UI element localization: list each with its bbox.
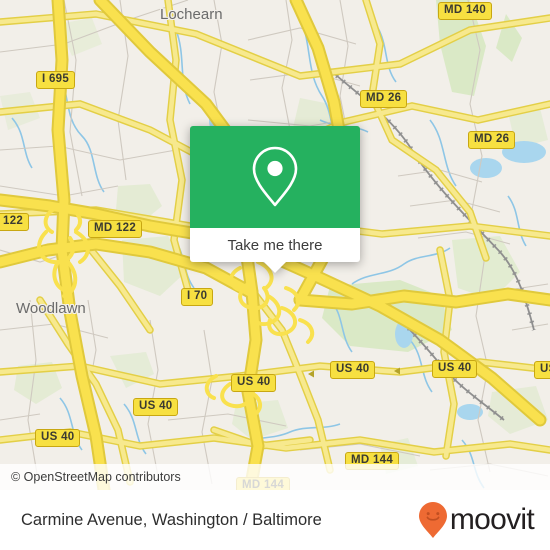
highway-shield-md-122[interactable]: MD 122: [88, 220, 143, 238]
take-me-there-label: Take me there: [227, 236, 323, 254]
highway-shield-us-40-mid[interactable]: US 40: [231, 374, 277, 392]
map-canvas[interactable]: Lochearn Woodlawn MD 140 I 695 MD 26 MD …: [0, 0, 550, 490]
highway-shield-md-26[interactable]: MD 26: [360, 90, 408, 108]
map-attribution: © OpenStreetMap contributors: [0, 464, 550, 490]
place-label-woodlawn: Woodlawn: [16, 300, 86, 317]
highway-shield-us-40-center[interactable]: US 40: [330, 361, 376, 379]
highway-shield-i-695[interactable]: I 695: [36, 71, 76, 89]
popup-tail: [264, 262, 286, 273]
highway-shield-122[interactable]: 122: [0, 213, 30, 231]
highway-shield-us-40-far-west[interactable]: US 40: [35, 429, 81, 447]
moovit-logo[interactable]: moovit: [418, 501, 535, 539]
highway-shield-us-40-east[interactable]: US 40: [432, 360, 478, 378]
highway-shield-us-40-west[interactable]: US 40: [133, 398, 179, 416]
map-pin-icon: [252, 146, 298, 207]
destination-popup-card[interactable]: Take me there: [190, 126, 360, 273]
attribution-text: © OpenStreetMap contributors: [11, 470, 181, 484]
highway-shield-md-140[interactable]: MD 140: [438, 2, 493, 20]
moovit-pin-icon: [418, 502, 447, 538]
place-label-lochearn: Lochearn: [160, 6, 223, 23]
highway-shield-i-70[interactable]: I 70: [181, 288, 214, 306]
popup-header: [190, 126, 360, 228]
take-me-there-button[interactable]: Take me there: [190, 228, 360, 273]
highway-shield-md-26-east[interactable]: MD 26: [468, 131, 516, 149]
moovit-station-card: Lochearn Woodlawn MD 140 I 695 MD 26 MD …: [0, 0, 550, 550]
location-title: Carmine Avenue, Washington / Baltimore: [21, 510, 322, 529]
footer-bar: Carmine Avenue, Washington / Baltimore m…: [0, 490, 550, 550]
highway-shield-us-40-far-east[interactable]: US 40: [534, 361, 550, 379]
moovit-wordmark: moovit: [449, 503, 535, 536]
